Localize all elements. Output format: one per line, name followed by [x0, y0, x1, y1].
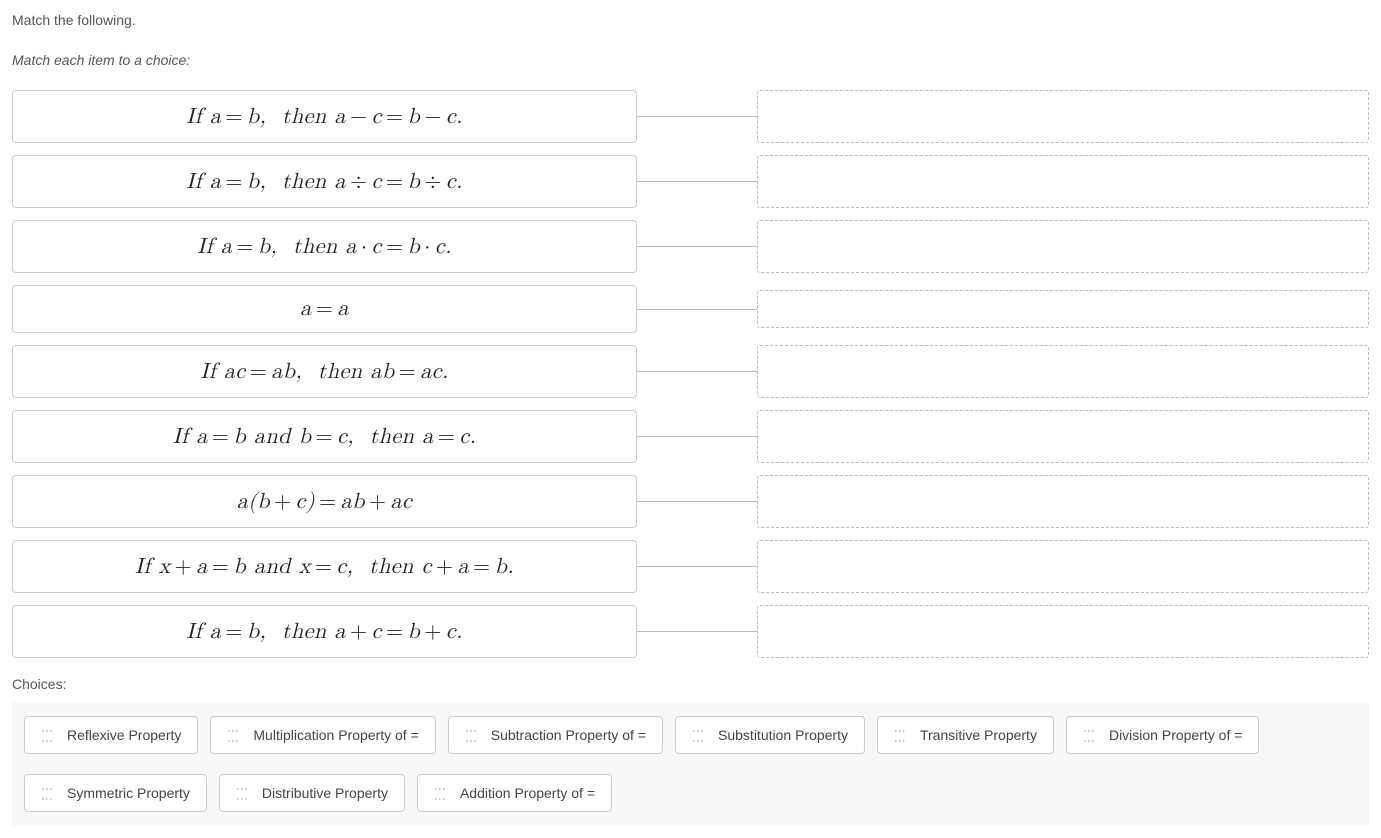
drop-zone[interactable] — [757, 90, 1369, 143]
choice-label: Subtraction Property of = — [491, 727, 646, 743]
choice-label: Symmetric Property — [67, 785, 190, 801]
connector-line — [637, 181, 757, 182]
connector-line — [637, 631, 757, 632]
drop-zone[interactable] — [757, 540, 1369, 593]
choice-label: Substitution Property — [718, 727, 848, 743]
question-subheading: Match each item to a choice: — [12, 52, 1369, 68]
prompt-box: a(b+c)=ab+ac — [12, 475, 637, 528]
choice-chip[interactable]: Transitive Property — [877, 716, 1054, 754]
choice-chip[interactable]: Multiplication Property of = — [210, 716, 435, 754]
choices-label: Choices: — [12, 676, 1369, 692]
match-row: If a=b, then a·c=b·c. — [12, 220, 1369, 273]
drop-zone[interactable] — [757, 155, 1369, 208]
match-row: If a=b, then a−c=b−c. — [12, 90, 1369, 143]
choice-chip[interactable]: Reflexive Property — [24, 716, 198, 754]
connector-line — [637, 566, 757, 567]
connector-line — [637, 436, 757, 437]
choice-chip[interactable]: Symmetric Property — [24, 774, 207, 812]
drag-handle-icon — [430, 790, 450, 797]
match-row: If a=b and b=c, then a=c. — [12, 410, 1369, 463]
choices-tray: Reflexive Property Multiplication Propert… — [12, 702, 1369, 826]
connector-line — [637, 501, 757, 502]
prompt-box: If ac=ab, then ab=ac. — [12, 345, 637, 398]
connector-line — [637, 309, 757, 310]
prompt-box: If a=b and b=c, then a=c. — [12, 410, 637, 463]
prompt-box: If a=b, then a÷c=b÷c. — [12, 155, 637, 208]
drag-handle-icon — [688, 732, 708, 739]
prompt-box: If a=b, then a·c=b·c. — [12, 220, 637, 273]
connector-line — [637, 371, 757, 372]
match-row: a(b+c)=ab+ac — [12, 475, 1369, 528]
drag-handle-icon — [461, 732, 481, 739]
prompt-box: a=a — [12, 285, 637, 333]
match-row: If a=b, then a+c=b+c. — [12, 605, 1369, 658]
drop-zone[interactable] — [757, 605, 1369, 658]
choice-label: Distributive Property — [262, 785, 388, 801]
drop-zone[interactable] — [757, 220, 1369, 273]
drag-handle-icon — [223, 732, 243, 739]
connector-line — [637, 116, 757, 117]
drop-zone[interactable] — [757, 410, 1369, 463]
drag-handle-icon — [37, 732, 57, 739]
prompt-box: If x+a=b and x=c, then c+a=b. — [12, 540, 637, 593]
match-row: a=a — [12, 285, 1369, 333]
connector-line — [637, 246, 757, 247]
choice-label: Transitive Property — [920, 727, 1037, 743]
match-row: If ac=ab, then ab=ac. — [12, 345, 1369, 398]
prompt-box: If a=b, then a+c=b+c. — [12, 605, 637, 658]
drag-handle-icon — [37, 790, 57, 797]
drop-zone[interactable] — [757, 475, 1369, 528]
prompt-box: If a=b, then a−c=b−c. — [12, 90, 637, 143]
drop-zone[interactable] — [757, 345, 1369, 398]
choice-label: Multiplication Property of = — [253, 727, 418, 743]
question-heading: Match the following. — [12, 12, 1369, 28]
match-row: If a=b, then a÷c=b÷c. — [12, 155, 1369, 208]
choice-chip[interactable]: Substitution Property — [675, 716, 865, 754]
match-row: If x+a=b and x=c, then c+a=b. — [12, 540, 1369, 593]
drag-handle-icon — [1079, 732, 1099, 739]
choice-chip[interactable]: Distributive Property — [219, 774, 405, 812]
match-rows-container: If a=b, then a−c=b−c. If a=b, then a÷c=b÷… — [12, 90, 1369, 658]
drop-zone[interactable] — [757, 290, 1369, 328]
choice-chip[interactable]: Addition Property of = — [417, 774, 612, 812]
choice-label: Division Property of = — [1109, 727, 1242, 743]
choice-label: Addition Property of = — [460, 785, 595, 801]
drag-handle-icon — [232, 790, 252, 797]
drag-handle-icon — [890, 732, 910, 739]
choice-label: Reflexive Property — [67, 727, 181, 743]
choice-chip[interactable]: Subtraction Property of = — [448, 716, 663, 754]
choice-chip[interactable]: Division Property of = — [1066, 716, 1259, 754]
